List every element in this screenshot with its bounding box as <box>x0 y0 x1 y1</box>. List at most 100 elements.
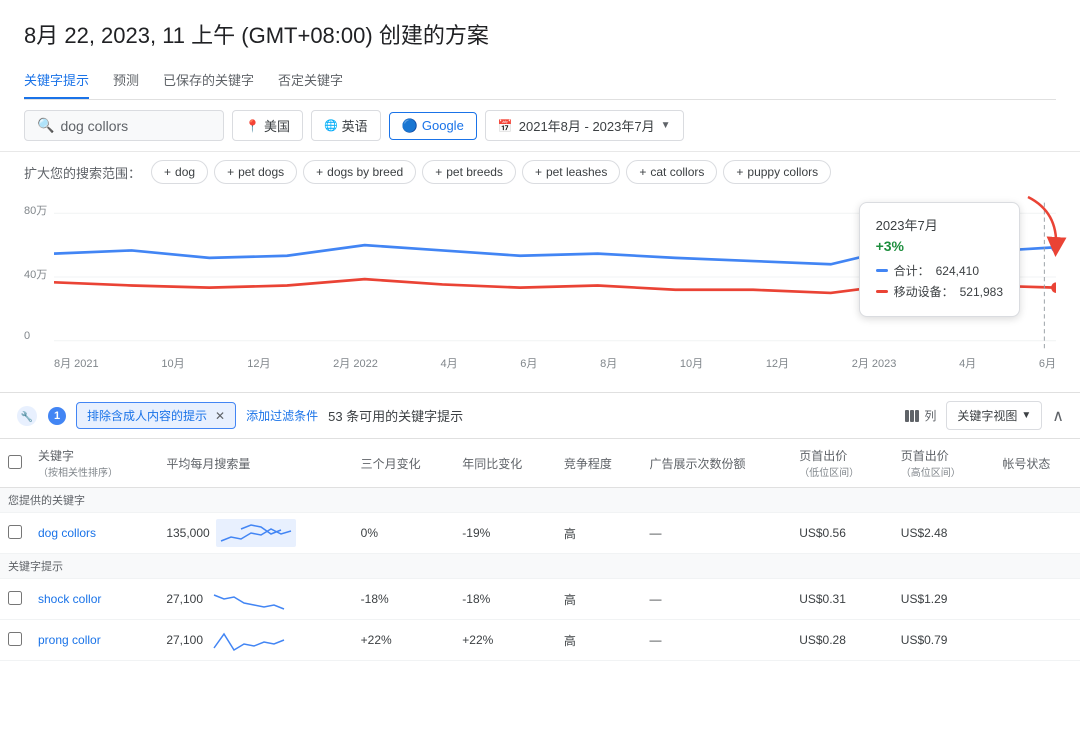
th-high-bid: 页首出价 （高位区间） <box>893 439 995 488</box>
th-three-month-change: 三个月变化 <box>353 439 455 488</box>
x-label-6: 8月 <box>600 355 617 371</box>
total-dot <box>876 269 888 272</box>
monthly-searches-value-1: 27,100 <box>166 592 203 606</box>
tooltip-mobile-label: 移动设备： <box>894 283 954 300</box>
yoy-cell-0: -19% <box>454 513 556 554</box>
chevron-down-icon: ▼ <box>1021 410 1031 421</box>
x-label-7: 10月 <box>680 355 703 371</box>
keyword-name-0: dog collors <box>38 526 96 540</box>
tooltip-pct: +3% <box>876 238 1003 254</box>
tab-keyword-suggestions[interactable]: 关键字提示 <box>24 62 89 99</box>
yoy-cell-2: +22% <box>454 620 556 661</box>
tab-saved-keywords[interactable]: 已保存的关键字 <box>163 62 254 99</box>
monthly-searches-cell-1: 27,100 <box>158 579 352 620</box>
columns-label: 列 <box>924 407 936 424</box>
row-checkbox-cell-2 <box>0 620 30 661</box>
select-all-checkbox[interactable] <box>8 455 22 469</box>
plus-icon-5: + <box>639 165 646 179</box>
yoy-cell-1: -18% <box>454 579 556 620</box>
tooltip-total-value: 624,410 <box>936 264 979 278</box>
language-filter[interactable]: 🌐 英语 <box>311 110 381 141</box>
th-ad-impression: 广告展示次数份额 <box>641 439 791 488</box>
th-yoy-change: 年同比变化 <box>454 439 556 488</box>
x-label-11: 6月 <box>1039 355 1056 371</box>
keyword-suggestions-label: 关键字提示 <box>0 554 1080 579</box>
date-filter[interactable]: 📅 2021年8月 - 2023年7月 ▼ <box>485 110 684 141</box>
row-checkbox-2[interactable] <box>8 632 22 646</box>
account-status-cell-2 <box>994 620 1080 661</box>
filter-btn-label: 排除含成人内容的提示 <box>87 407 207 424</box>
plus-icon-6: + <box>736 165 743 179</box>
th-low-bid: 页首出价 （低位区间） <box>791 439 893 488</box>
low-bid-cell-0: US$0.56 <box>791 513 893 554</box>
chart-tooltip: 2023年7月 +3% 合计： 624,410 移动设备： 521,983 <box>859 202 1020 317</box>
filter-options-icon: 🔧 <box>16 405 38 427</box>
x-label-9: 2月 2023 <box>852 355 897 371</box>
ad-impression-cell-2: — <box>641 620 791 661</box>
y-label-2: 0 <box>24 330 47 342</box>
chevron-down-icon: ▼ <box>661 120 671 131</box>
tooltip-date: 2023年7月 <box>876 215 1003 234</box>
translate-icon: 🌐 <box>324 119 338 132</box>
th-monthly-searches: 平均每月搜索量 <box>158 439 352 488</box>
add-filter-button[interactable]: 添加过滤条件 <box>246 407 318 424</box>
three-month-cell-1: -18% <box>353 579 455 620</box>
section-keyword-suggestions: 关键字提示 <box>0 554 1080 579</box>
table-wrap: 关键字 （按相关性排序） 平均每月搜索量 三个月变化 年同比变化 竞争程度 广告… <box>0 439 1080 740</box>
keyword-cell-1: shock collor <box>30 579 158 620</box>
table-row: prong collor 27,100 +22% +22% <box>0 620 1080 661</box>
suggestion-chip-1[interactable]: + pet dogs <box>214 160 297 184</box>
sparkline-1 <box>209 585 289 613</box>
suggestion-chip-5[interactable]: + cat collors <box>626 160 717 184</box>
tab-forecast[interactable]: 预测 <box>113 62 139 99</box>
row-checkbox-1[interactable] <box>8 591 22 605</box>
suggestions-label: 扩大您的搜索范围： <box>24 163 141 182</box>
mobile-dot <box>876 290 888 293</box>
x-label-4: 4月 <box>441 355 458 371</box>
columns-button[interactable]: 列 <box>904 407 936 424</box>
plus-icon-4: + <box>535 165 542 179</box>
suggestion-chip-2[interactable]: + dogs by breed <box>303 160 416 184</box>
your-keywords-label: 您提供的关键字 <box>0 488 1080 513</box>
y-label-1: 40万 <box>24 266 47 282</box>
row-checkbox-cell-1 <box>0 579 30 620</box>
location-filter[interactable]: 📍 美国 <box>232 110 303 141</box>
x-label-0: 8月 2021 <box>54 355 99 371</box>
suggestion-label-4: pet leashes <box>546 165 607 179</box>
suggestion-chip-0[interactable]: + dog <box>151 160 208 184</box>
close-icon[interactable]: ✕ <box>215 409 225 423</box>
suggestion-chip-3[interactable]: + pet breeds <box>422 160 516 184</box>
row-checkbox-cell-0 <box>0 513 30 554</box>
high-bid-cell-0: US$2.48 <box>893 513 995 554</box>
filter-exclude-adult-button[interactable]: 排除含成人内容的提示 ✕ <box>76 402 236 429</box>
keyword-name-2: prong collor <box>38 633 101 647</box>
high-bid-cell-2: US$0.79 <box>893 620 995 661</box>
network-filter[interactable]: 🔵 Google <box>389 112 477 140</box>
filter-badge: 1 <box>48 407 66 425</box>
keyword-name-1: shock collor <box>38 592 101 606</box>
red-arrow-annotation <box>1018 192 1068 265</box>
tab-negative-keywords[interactable]: 否定关键字 <box>278 62 343 99</box>
suggestion-chip-6[interactable]: + puppy collors <box>723 160 831 184</box>
section-your-keywords: 您提供的关键字 <box>0 488 1080 513</box>
google-icon: 🔵 <box>402 118 418 134</box>
ad-impression-cell-0: — <box>641 513 791 554</box>
three-month-cell-0: 0% <box>353 513 455 554</box>
suggestion-label-5: cat collors <box>650 165 704 179</box>
plus-icon-1: + <box>227 165 234 179</box>
calendar-icon: 📅 <box>498 119 513 133</box>
row-checkbox-0[interactable] <box>8 525 22 539</box>
toolbar-right: 列 关键字视图 ▼ ∧ <box>904 401 1064 430</box>
collapse-button[interactable]: ∧ <box>1052 406 1064 426</box>
location-label: 美国 <box>264 116 290 135</box>
table-row: shock collor 27,100 -18% -18% <box>0 579 1080 620</box>
th-account-status: 帐号状态 <box>994 439 1080 488</box>
table-row: dog collors 135,000 <box>0 513 1080 554</box>
chart-area: 80万 40万 0 8月 2021 10月 12月 2月 2022 <box>0 192 1080 392</box>
suggestion-chip-4[interactable]: + pet leashes <box>522 160 620 184</box>
suggestion-label-6: puppy collors <box>747 165 818 179</box>
monthly-searches-value-0: 135,000 <box>166 526 209 540</box>
keyword-view-label: 关键字视图 <box>957 407 1017 424</box>
search-box[interactable]: 🔍 dog collors <box>24 110 224 141</box>
keyword-view-button[interactable]: 关键字视图 ▼ <box>946 401 1042 430</box>
